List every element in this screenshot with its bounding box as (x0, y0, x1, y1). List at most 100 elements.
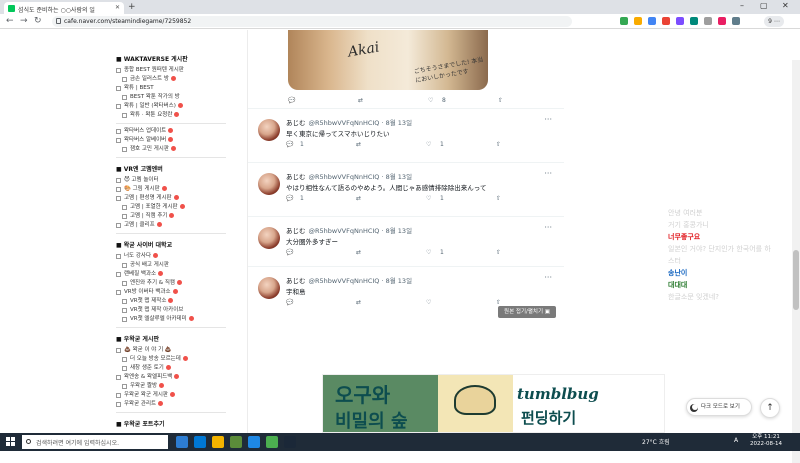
more-options-icon[interactable]: ··· (544, 169, 552, 178)
board-menu-item[interactable]: BEST 왁툰 작가의 방 (116, 93, 226, 102)
new-tab-button[interactable]: + (128, 2, 136, 12)
board-menu-item[interactable]: 랜베질 백과소 (116, 270, 226, 279)
page-scrollbar[interactable] (792, 60, 800, 463)
board-menu-item[interactable]: VR방 이버타 백과소 (116, 288, 226, 297)
board-menu-item[interactable]: 왁타버스 업데이트 (116, 127, 226, 136)
avatar[interactable] (258, 227, 280, 249)
board-menu-item[interactable]: 고멤 | 클리프 (116, 221, 226, 230)
board-menu-item[interactable]: 종합 BEST 원떠텐 게시판 (116, 66, 226, 75)
profile-button[interactable]: 9 ⋯ (764, 16, 784, 27)
extension-icon[interactable] (662, 17, 670, 25)
reply-icon[interactable]: 💬 (286, 195, 293, 202)
tweet-image[interactable]: Akai ごちそうさまでした! 本当においしかったです (288, 30, 488, 90)
reply-icon[interactable]: 💬 (286, 141, 293, 148)
browser-tab[interactable]: 섬식도 준비하는 ○○사람의 일 ✕ (4, 2, 124, 14)
retweet-icon[interactable]: ⇄ (356, 195, 361, 202)
reply-icon[interactable]: 💬 (288, 97, 295, 104)
back-button[interactable]: ← (6, 16, 14, 26)
board-menu-item[interactable]: 공식 배고 게시판 (116, 261, 226, 270)
share-icon[interactable]: ⇧ (496, 195, 501, 202)
board-menu-item[interactable]: 왁튜 · 왁툰 요청란 (116, 111, 226, 120)
address-bar[interactable]: cafe.naver.com/steamindiegame/7259852 (52, 16, 572, 27)
scrollbar-thumb[interactable] (793, 250, 799, 310)
tweet-author[interactable]: あじむ (286, 119, 306, 127)
task-view-icon[interactable] (176, 436, 188, 448)
collapse-original-button[interactable]: 원본 접기/펼치기 ▣ (498, 306, 556, 318)
board-menu-item[interactable]: 왁튜 | 일반 (왁타버스) (116, 102, 226, 111)
like-icon[interactable]: ♡ (426, 141, 431, 148)
avatar[interactable] (258, 119, 280, 141)
avatar[interactable] (258, 277, 280, 299)
extension-icon[interactable] (718, 17, 726, 25)
like-icon[interactable]: ♡ (426, 195, 431, 202)
weather-status[interactable]: 27°C 흐림 (642, 437, 670, 446)
more-options-icon[interactable]: ··· (544, 223, 552, 232)
windows-start-icon[interactable] (6, 437, 15, 446)
board-menu-item[interactable]: 💩 왁굳 이 야 기 💩 (116, 346, 226, 355)
minimize-button[interactable]: – (740, 1, 744, 10)
close-tab-icon[interactable]: ✕ (115, 4, 120, 11)
tweet-author[interactable]: あじむ (286, 277, 306, 285)
like-icon[interactable]: ♡ (426, 299, 431, 306)
share-icon[interactable]: ⇧ (496, 299, 501, 306)
retweet-icon[interactable]: ⇄ (356, 299, 361, 306)
board-menu-item[interactable]: VR챗 엘살루엘 아카데미 (116, 315, 226, 324)
edge-icon[interactable] (194, 436, 206, 448)
scroll-top-button[interactable]: ↑ (760, 398, 780, 418)
taskbar-search-input[interactable]: 검색하려면 여기에 입력하십시오. (22, 435, 168, 449)
extension-icon[interactable] (690, 17, 698, 25)
like-icon[interactable]: ♡ (428, 97, 433, 104)
board-menu-item[interactable]: 너도 강사다 (116, 252, 226, 261)
board-menu-item[interactable]: 왁튜 | BEST (116, 84, 226, 93)
board-menu-item[interactable]: 🎨 그림 게시판 (116, 185, 226, 194)
more-options-icon[interactable]: ··· (544, 115, 552, 124)
tweet-card[interactable]: あじむ @R5hbwVVFqNnHCIQ · 8월 13일 ··· 早く東京に帰ってス… (248, 108, 564, 162)
reload-button[interactable]: ↻ (34, 16, 42, 26)
tumblbug-banner[interactable]: 오구와 비밀의 숲 tumblbug 펀딩하기 (322, 374, 665, 433)
extension-icon[interactable] (620, 17, 628, 25)
chrome-icon[interactable] (266, 436, 278, 448)
like-icon[interactable]: ♡ (426, 249, 431, 256)
extension-icon[interactable] (676, 17, 684, 25)
tweet-author[interactable]: あじむ (286, 173, 306, 181)
tweet-card[interactable]: あじむ @R5hbwVVFqNnHCIQ · 8월 13일 ··· 大分圏外多すぎー 💬… (248, 216, 564, 266)
share-icon[interactable]: ⇧ (498, 97, 503, 104)
board-menu-item[interactable]: 엔진와 추기 & 직캠 (116, 279, 226, 288)
app-icon[interactable] (248, 436, 260, 448)
extension-icon[interactable] (634, 17, 642, 25)
board-menu-item[interactable]: 고멤 | 직캠 추기 (116, 212, 226, 221)
reply-icon[interactable]: 💬 (286, 299, 293, 306)
avatar[interactable] (258, 173, 280, 195)
forward-button[interactable]: → (20, 16, 28, 26)
retweet-icon[interactable]: ⇄ (358, 97, 363, 104)
extension-icon[interactable] (648, 17, 656, 25)
tweet-author[interactable]: あじむ (286, 227, 306, 235)
puzzle-icon[interactable] (732, 17, 740, 25)
extension-icon[interactable] (704, 17, 712, 25)
board-menu-item[interactable]: VR챗 맵 제작소 (116, 297, 226, 306)
taskbar-clock[interactable]: 오후 11:21 2022-08-14 (750, 434, 782, 448)
share-icon[interactable]: ⇧ (496, 249, 501, 256)
steam-icon[interactable] (284, 436, 296, 448)
board-menu-item[interactable]: 금손 일러스트 방 (116, 75, 226, 84)
maximize-button[interactable]: ▢ (760, 1, 768, 10)
minecraft-icon[interactable] (230, 436, 242, 448)
share-icon[interactable]: ⇧ (496, 141, 501, 148)
retweet-icon[interactable]: ⇄ (356, 141, 361, 148)
tweet-card[interactable]: あじむ @R5hbwVVFqNnHCIQ · 8월 13일 ··· やはり相性なんて語… (248, 162, 564, 216)
board-menu-item[interactable]: 새창 생준 토기 (116, 364, 226, 373)
board-menu-item[interactable]: VR챗 맵 제작 아카이브 (116, 306, 226, 315)
board-menu-item[interactable]: 잼호 고민 게시판 (116, 145, 226, 154)
board-menu-item[interactable]: 우왁굳 왁군 게시판 (116, 391, 226, 400)
close-window-button[interactable]: ✕ (782, 1, 789, 10)
board-menu-item[interactable]: 왁엔송 & 왁엘피드백 (116, 373, 226, 382)
board-menu-item[interactable]: 😈 고멤 놀이터 (116, 176, 226, 185)
reply-icon[interactable]: 💬 (286, 249, 293, 256)
dark-mode-button[interactable]: 다크 모드로 보기 (686, 398, 752, 416)
ime-indicator[interactable]: A (734, 437, 738, 444)
more-options-icon[interactable]: ··· (544, 273, 552, 282)
board-menu-item[interactable]: 우왁굳 짤방 (116, 382, 226, 391)
board-menu-item[interactable]: 우왁굳 관리트 (116, 400, 226, 409)
file-explorer-icon[interactable] (212, 436, 224, 448)
board-menu-item[interactable]: 고멤 | 편성명 게시판 (116, 194, 226, 203)
